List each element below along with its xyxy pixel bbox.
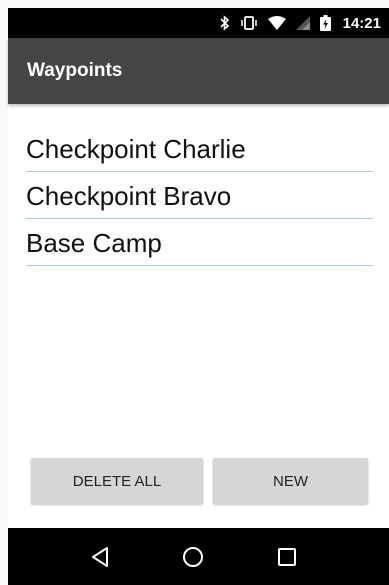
home-button[interactable] [173, 537, 213, 577]
recents-icon [278, 547, 297, 566]
status-time: 14:21 [342, 14, 381, 32]
content-area: Checkpoint Charlie Checkpoint Bravo Base… [8, 104, 389, 528]
back-button[interactable] [80, 537, 120, 577]
waypoint-item[interactable]: Base Camp [26, 219, 373, 266]
bluetooth-icon [220, 15, 230, 31]
status-bar: 14:21 [8, 8, 389, 38]
recents-button[interactable] [267, 537, 307, 577]
action-buttons: DELETE ALL NEW [31, 458, 368, 504]
vibrate-icon [240, 16, 258, 30]
app-bar: Waypoints [8, 38, 389, 104]
status-icons: 14:21 [220, 15, 381, 32]
back-icon [91, 546, 108, 567]
phone-screen: 14:21 Waypoints Checkpoint Charlie Check… [0, 0, 389, 585]
app-title: Waypoints [27, 60, 123, 81]
battery-charging-icon [319, 15, 331, 31]
waypoint-item[interactable]: Checkpoint Charlie [26, 125, 373, 172]
wifi-icon [267, 16, 286, 30]
waypoint-list: Checkpoint Charlie Checkpoint Bravo Base… [26, 125, 373, 266]
navigation-bar [8, 528, 389, 585]
signal-icon [295, 16, 310, 30]
new-waypoint-button[interactable]: NEW [213, 458, 368, 504]
delete-all-button[interactable]: DELETE ALL [31, 458, 203, 504]
home-icon [183, 546, 204, 567]
waypoint-item[interactable]: Checkpoint Bravo [26, 172, 373, 219]
